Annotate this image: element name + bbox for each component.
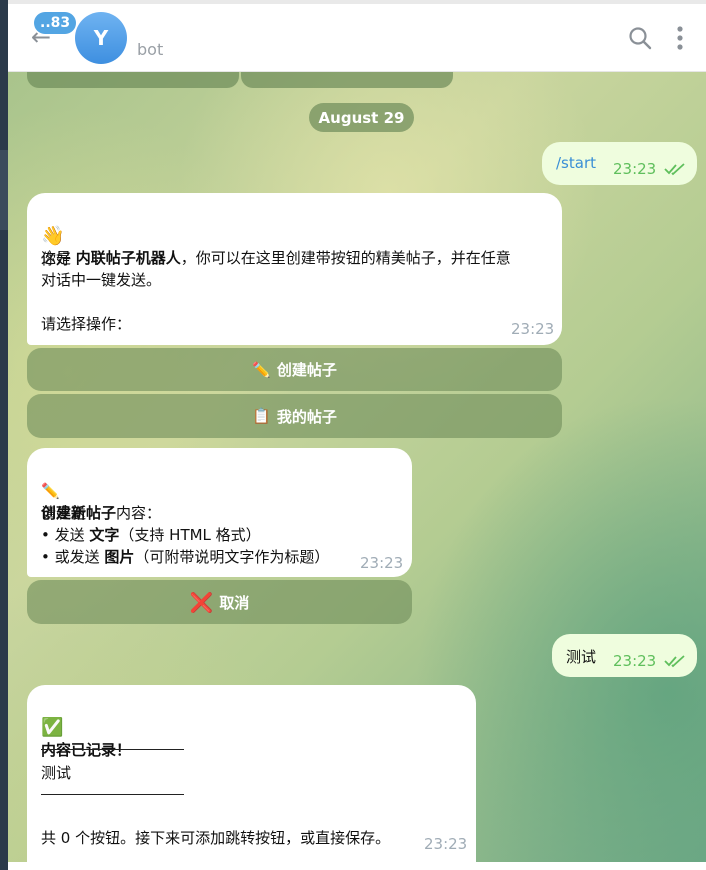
- outgoing-message[interactable]: 测试 23:23: [552, 634, 697, 677]
- message-time: 23:23: [613, 160, 657, 178]
- message-text[interactable]: 测试: [566, 646, 596, 667]
- button-label: 取消: [219, 593, 250, 612]
- incoming-message[interactable]: ✏️ 创建新帖子 请发送帖子内容： • 发送 文字（支持 HTML 格式） • …: [27, 448, 412, 577]
- incoming-message[interactable]: 👋 你好 这是 内联帖子机器人，你可以在这里创建带按钮的精美帖子，并在任意 对话…: [27, 193, 562, 345]
- message-time: 23:23: [511, 320, 555, 338]
- option-image: • 或发送 图片（可附带说明文字作为标题）: [41, 548, 330, 566]
- prompt-text: 请选择操作：: [41, 315, 132, 333]
- recorded-footer: 共 0 个按钮。接下来可添加跳转按钮，或直接保存。: [41, 829, 391, 847]
- double-check-icon: [664, 655, 685, 668]
- message-text[interactable]: /start: [556, 154, 596, 172]
- wave-emoji: 👋: [41, 225, 65, 247]
- message-time: 23:23: [360, 554, 404, 572]
- message-time: 23:23: [424, 835, 468, 853]
- message-time: 23:23: [613, 652, 657, 670]
- create-intro: 请发送帖子内容：: [41, 504, 162, 522]
- previous-inline-button[interactable]: [27, 72, 239, 88]
- search-button[interactable]: [626, 24, 654, 52]
- previous-inline-button[interactable]: [241, 72, 453, 88]
- create-post-button[interactable]: ✏️ 创建帖子: [27, 348, 562, 391]
- recorded-title: 内容已记录！: [41, 741, 132, 759]
- date-separator: August 29: [309, 103, 414, 132]
- more-menu-button[interactable]: [670, 24, 690, 52]
- option-text: • 发送 文字（支持 HTML 格式）: [41, 526, 261, 544]
- pencil-icon: ✏️: [41, 482, 60, 500]
- double-check-icon: [664, 163, 685, 176]
- pencil-icon: ✏️: [252, 360, 271, 379]
- button-label: 创建帖子: [276, 361, 337, 379]
- unread-count-badge: ..83: [34, 12, 77, 34]
- divider: [41, 749, 184, 750]
- chat-list-edge: [0, 0, 8, 870]
- chat-header: ← ..83 Y bot: [8, 4, 706, 72]
- outgoing-message[interactable]: /start 23:23: [542, 142, 697, 185]
- clipboard-icon: 📋: [252, 407, 271, 425]
- intro-line-2: 对话中一键发送。: [41, 271, 162, 289]
- button-label: 我的帖子: [276, 407, 337, 426]
- intro-line: 这是 内联帖子机器人，你可以在这里创建带按钮的精美帖子，并在任意: [41, 249, 511, 267]
- my-posts-button[interactable]: 📋 我的帖子: [27, 394, 562, 438]
- bot-name: 内联帖子机器人: [75, 249, 181, 267]
- recorded-title-line: ✅ 内容已记录！: [41, 695, 131, 761]
- avatar[interactable]: Y: [75, 12, 127, 64]
- search-icon: [629, 27, 652, 50]
- check-mark-icon: ✅: [41, 717, 64, 738]
- recorded-content: 测试: [41, 764, 72, 782]
- avatar-initial: Y: [93, 26, 109, 50]
- more-vertical-icon: [677, 26, 683, 50]
- cancel-button[interactable]: ❌ 取消: [27, 580, 412, 624]
- cross-icon: ❌: [189, 591, 214, 614]
- divider: [41, 794, 184, 795]
- incoming-message[interactable]: ✅ 内容已记录！ 测试 共 0 个按钮。接下来可添加跳转按钮，或直接保存。 23…: [27, 685, 476, 862]
- chat-name[interactable]: bot: [137, 40, 163, 59]
- composer-edge: [8, 862, 706, 870]
